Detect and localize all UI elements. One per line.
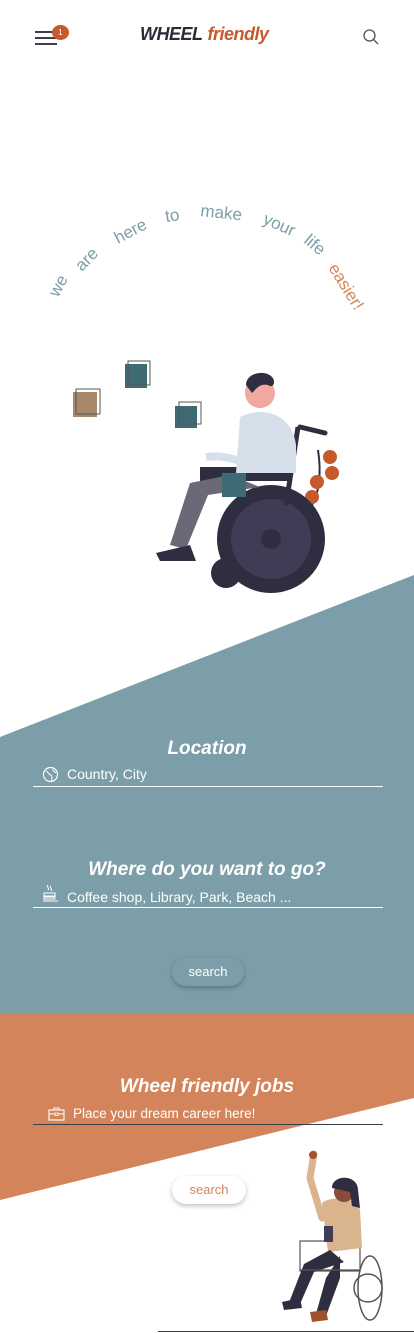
tagline-word-easier: easier! <box>325 260 368 313</box>
tagline-word-we: we <box>44 272 71 301</box>
location-underline <box>33 786 383 787</box>
search-button[interactable]: search <box>172 958 244 986</box>
globe-icon <box>42 766 59 783</box>
destination-underline <box>33 907 383 908</box>
location-input[interactable]: Country, City <box>67 766 147 782</box>
tagline-word-life: life <box>300 231 329 260</box>
wheelchair-illustration <box>73 360 339 593</box>
coffee-icon <box>43 884 58 902</box>
briefcase-icon <box>48 1107 65 1121</box>
jobs-underline <box>33 1124 383 1125</box>
tagline-word-make: make <box>200 201 243 224</box>
search-icon[interactable] <box>362 28 380 46</box>
tagline-arc: we are here to make your life easier! <box>44 201 368 313</box>
tagline-word-here: here <box>111 215 150 248</box>
location-title: Location <box>167 738 247 759</box>
footer-divider <box>158 1331 414 1332</box>
tagline-word-are: are <box>71 244 102 275</box>
tagline-word-your: your <box>260 209 298 240</box>
tagline-word-to: to <box>164 205 181 226</box>
woman-wheelchair-illustration <box>282 1150 383 1322</box>
jobs-input[interactable]: Place your dream career here! <box>73 1106 255 1121</box>
logo-friendly-text: friendly <box>207 24 270 44</box>
destination-title: Where do you want to go? <box>88 859 326 880</box>
jobs-search-button[interactable]: search <box>172 1176 246 1204</box>
destination-input[interactable]: Coffee shop, Library, Park, Beach ... <box>67 889 291 905</box>
jobs-title: Wheel friendly jobs <box>119 1076 295 1097</box>
app-logo[interactable]: WHEEL friendly <box>140 24 269 45</box>
notification-badge: 1 <box>52 25 69 40</box>
teal-background <box>0 575 414 1015</box>
logo-wheel-text: WHEEL <box>140 24 203 44</box>
